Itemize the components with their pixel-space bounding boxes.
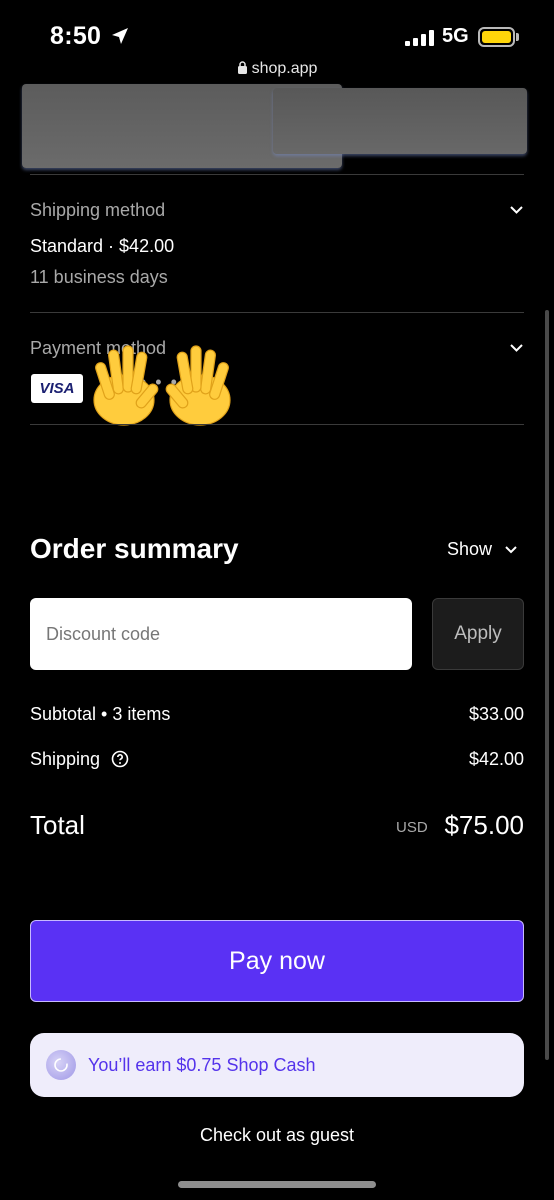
network-type: 5G	[442, 25, 469, 47]
shipping-eta: 11 business days	[30, 267, 168, 287]
total-label: Total	[30, 810, 85, 840]
help-circle-icon[interactable]	[111, 750, 129, 768]
chevron-down-icon[interactable]	[509, 343, 524, 353]
shop-cash-icon	[46, 1050, 76, 1080]
redacted-product-image	[273, 88, 527, 154]
lock-icon	[237, 61, 247, 74]
scrollbar[interactable]	[545, 310, 549, 1060]
show-summary-label: Show	[447, 539, 493, 559]
shipping-label: Shipping	[30, 749, 101, 769]
shipping-method-value: Standard · $42.00	[30, 236, 175, 256]
chevron-down-icon	[505, 546, 517, 554]
url-text: shop.app	[251, 60, 318, 77]
chevron-down-icon[interactable]	[509, 205, 524, 215]
shop-cash-text: You’ll earn $0.75 Shop Cash	[88, 1054, 316, 1075]
discount-code-input[interactable]	[30, 598, 412, 670]
signal-icon	[405, 30, 434, 46]
pay-now-button[interactable]: Pay now	[30, 920, 524, 1002]
home-indicator[interactable]	[178, 1181, 376, 1188]
status-bar: 8:50 5G shop.app	[0, 0, 554, 80]
shipping-value: $42.00	[468, 749, 524, 769]
clock: 8:50	[50, 22, 102, 50]
order-summary-title: Order summary	[30, 533, 239, 564]
visa-card-badge: VISA	[31, 374, 83, 403]
shop-cash-banner: You’ll earn $0.75 Shop Cash	[30, 1033, 524, 1097]
shipping-method-label: Shipping method	[30, 200, 166, 220]
raised-hands-emoji	[93, 345, 231, 426]
location-arrow-icon	[112, 28, 128, 44]
divider	[30, 312, 524, 313]
apply-discount-button[interactable]: Apply	[432, 598, 524, 670]
checkout-as-guest-link[interactable]: Check out as guest	[0, 1125, 554, 1146]
divider	[30, 174, 524, 175]
url-bar[interactable]: shop.app	[0, 60, 554, 78]
subtotal-label: Subtotal • 3 items	[30, 704, 171, 724]
battery-icon	[478, 27, 515, 47]
shipping-row: Shipping	[30, 749, 129, 770]
subtotal-value: $33.00	[468, 704, 524, 724]
show-summary-toggle[interactable]: Show	[447, 539, 518, 560]
divider	[30, 424, 524, 425]
battery-tip	[516, 33, 519, 41]
total-value: $75.00	[444, 810, 524, 840]
total-currency: USD	[396, 819, 428, 836]
